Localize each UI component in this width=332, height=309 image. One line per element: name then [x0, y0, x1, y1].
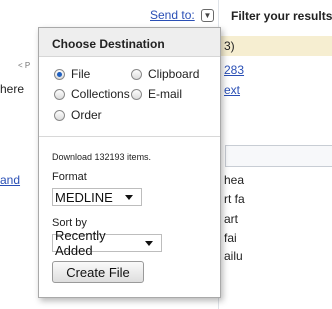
radio-collections[interactable] [54, 88, 65, 100]
highlight-band [218, 36, 332, 56]
download-count-text: Download 132193 items. [52, 152, 152, 162]
format-select[interactable]: MEDLINE [52, 188, 142, 206]
destination-collections-option[interactable]: Collections [54, 87, 130, 101]
caret-down-icon [145, 240, 153, 246]
radio-clipboard[interactable] [131, 68, 142, 80]
filter-results-heading: Filter your results [231, 9, 332, 23]
sort-select[interactable]: Recently Added [52, 228, 162, 258]
popup-header: Choose Destination [39, 28, 220, 57]
send-to-link[interactable]: Send to: [150, 8, 195, 22]
caret-down-icon [125, 194, 133, 200]
radio-file[interactable] [54, 68, 65, 80]
sort-value: Recently Added [55, 228, 106, 258]
filter-count-fragment: 3) [224, 39, 235, 53]
chevron-down-icon[interactable]: ▼ [201, 9, 214, 22]
filter-link-fragment[interactable]: ext [224, 83, 240, 97]
radio-email[interactable] [131, 88, 142, 100]
divider [39, 136, 220, 137]
filter-search-box[interactable] [225, 145, 332, 167]
radio-label: Order [71, 108, 102, 122]
radio-label: Clipboard [148, 67, 200, 81]
format-label: Format [52, 171, 87, 183]
destination-file-option[interactable]: File [54, 67, 90, 81]
radio-label: File [71, 67, 91, 81]
format-value: MEDLINE [55, 189, 113, 205]
result-link-fragment[interactable]: and [0, 173, 20, 187]
radio-label: Collections [71, 87, 130, 101]
filter-list-item[interactable]: ailu [224, 249, 243, 263]
create-file-button[interactable]: Create File [52, 261, 144, 283]
filter-link-fragment[interactable]: 283 [224, 63, 244, 77]
filter-list-item[interactable]: art [224, 212, 238, 226]
destination-email-option[interactable]: E-mail [131, 87, 182, 101]
send-to-popup: Choose Destination File Clipboard Collec… [38, 27, 221, 298]
destination-clipboard-option[interactable]: Clipboard [131, 67, 199, 81]
filter-list-item[interactable]: hea [224, 173, 244, 187]
destination-order-option[interactable]: Order [54, 108, 102, 122]
filter-list-item[interactable]: rt fa [224, 192, 245, 206]
result-text-fragment: here [0, 82, 25, 96]
radio-label: E-mail [148, 87, 183, 101]
popup-title: Choose Destination [52, 37, 165, 51]
filter-list-item[interactable]: fai [224, 231, 237, 245]
pager-prev-text: < P [18, 61, 31, 70]
radio-order[interactable] [54, 109, 65, 121]
